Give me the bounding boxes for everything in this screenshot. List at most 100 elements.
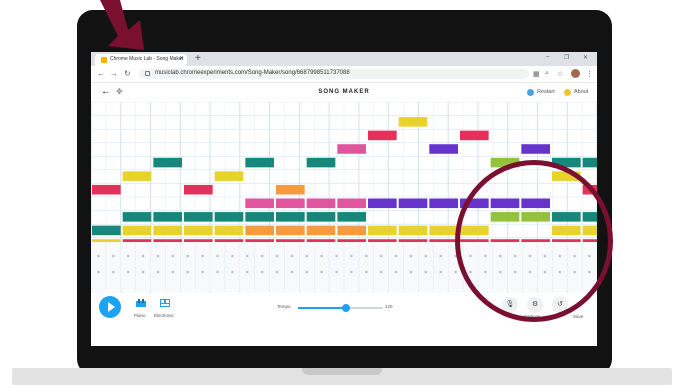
rhythm-cell[interactable] [439, 254, 443, 258]
rhythm-cell[interactable] [260, 270, 264, 274]
restore-icon[interactable]: ❐ [564, 54, 569, 61]
rhythm-cell[interactable] [275, 270, 279, 274]
rhythm-cell[interactable] [320, 254, 323, 258]
note-cell[interactable] [368, 225, 397, 236]
note-cell[interactable] [153, 157, 182, 168]
note-cell[interactable] [276, 225, 305, 236]
rhythm-cell[interactable] [394, 270, 398, 274]
rhythm-cell[interactable] [409, 270, 413, 274]
rhythm-cell[interactable] [112, 270, 115, 274]
note-cell[interactable] [276, 212, 305, 222]
note-cell[interactable] [429, 198, 458, 209]
rhythm-cell[interactable] [454, 270, 457, 274]
note-cell[interactable] [306, 198, 336, 209]
note-cell[interactable] [122, 171, 152, 181]
note-cell[interactable] [245, 225, 274, 236]
rhythm-cell[interactable] [141, 254, 145, 258]
rhythm-cell[interactable] [335, 270, 338, 274]
rhythm-cell[interactable] [290, 254, 294, 258]
note-cell[interactable] [398, 198, 428, 209]
reload-icon[interactable]: ↻ [124, 69, 131, 78]
bookmark-star-icon[interactable]: ☆ [557, 70, 563, 78]
note-cell[interactable] [306, 157, 336, 168]
note-cell[interactable] [337, 198, 366, 209]
rhythm-cell[interactable] [201, 270, 204, 274]
rhythm-cell[interactable] [216, 254, 219, 258]
rhythm-cell[interactable] [126, 270, 130, 274]
note-cell[interactable] [184, 184, 213, 195]
rhythm-cell[interactable] [305, 270, 309, 274]
zoom-icon[interactable]: ⌕ [545, 70, 549, 78]
address-bar[interactable]: musiclab.chromeexperiments.com/Song-Make… [139, 69, 529, 79]
back-icon[interactable]: ← [97, 69, 105, 78]
rhythm-cell[interactable] [424, 254, 428, 258]
note-cell[interactable] [245, 157, 274, 168]
rhythm-cell[interactable] [379, 270, 383, 274]
note-cell[interactable] [368, 198, 397, 209]
note-cell[interactable] [214, 225, 244, 236]
note-cell[interactable] [153, 225, 182, 236]
tempo-knob[interactable] [341, 304, 350, 312]
note-cell[interactable] [214, 171, 244, 181]
rhythm-cell[interactable] [365, 254, 368, 258]
rhythm-cell[interactable] [216, 270, 219, 274]
instrument-piano-label[interactable]: Piano [134, 313, 146, 318]
note-cell[interactable] [122, 212, 152, 222]
note-cell[interactable] [214, 212, 244, 222]
play-button[interactable] [99, 296, 121, 318]
note-cell[interactable] [398, 225, 428, 236]
tempo-slider[interactable] [298, 304, 383, 312]
note-cell[interactable] [429, 225, 458, 236]
note-cell[interactable] [398, 117, 428, 127]
rhythm-cell[interactable] [365, 270, 368, 274]
rhythm-cell[interactable] [112, 254, 115, 258]
electronic-drum-icon[interactable] [160, 299, 170, 307]
note-cell[interactable] [521, 144, 550, 154]
qr-icon[interactable]: ▦ [533, 70, 540, 78]
note-cell[interactable] [153, 212, 182, 222]
note-cell[interactable] [92, 184, 121, 195]
rhythm-cell[interactable] [350, 254, 353, 258]
note-cell[interactable] [276, 198, 305, 209]
note-cell[interactable] [337, 144, 366, 154]
rhythm-cell[interactable] [126, 254, 130, 258]
rhythm-cell[interactable] [156, 270, 160, 274]
restart-link[interactable]: Restart [537, 89, 555, 95]
rhythm-cell[interactable] [350, 270, 353, 274]
note-cell[interactable] [337, 225, 366, 236]
rhythm-cell[interactable] [335, 254, 338, 258]
rhythm-cell[interactable] [379, 254, 383, 258]
forward-icon[interactable]: → [110, 69, 118, 78]
rhythm-cell[interactable] [260, 254, 264, 258]
note-cell[interactable] [429, 144, 458, 154]
rhythm-cell[interactable] [201, 254, 204, 258]
note-cell[interactable] [92, 225, 121, 236]
rhythm-cell[interactable] [171, 270, 175, 274]
profile-avatar[interactable] [571, 69, 580, 78]
rhythm-cell[interactable] [394, 254, 398, 258]
note-cell[interactable] [245, 212, 274, 222]
save-label[interactable]: Save [573, 314, 583, 319]
minimize-icon[interactable]: – [546, 54, 549, 60]
rhythm-cell[interactable] [409, 254, 413, 258]
about-icon[interactable] [564, 89, 571, 96]
rhythm-cell[interactable] [320, 270, 323, 274]
rhythm-cell[interactable] [439, 270, 443, 274]
rhythm-cell[interactable] [141, 270, 145, 274]
rhythm-cell[interactable] [275, 254, 279, 258]
rhythm-cell[interactable] [424, 270, 428, 274]
note-cell[interactable] [184, 225, 213, 236]
rhythm-cell[interactable] [171, 254, 175, 258]
about-link[interactable]: About [574, 89, 588, 95]
new-tab-icon[interactable]: + [195, 53, 201, 64]
note-cell[interactable] [582, 157, 597, 168]
rhythm-cell[interactable] [186, 254, 190, 258]
note-cell[interactable] [460, 130, 489, 141]
note-cell[interactable] [337, 212, 366, 222]
instrument-electronic-label[interactable]: Electronic [154, 313, 174, 318]
piano-icon[interactable] [136, 299, 146, 307]
restart-icon[interactable] [527, 89, 534, 96]
rhythm-cell[interactable] [156, 254, 160, 258]
rhythm-cell[interactable] [97, 270, 100, 274]
rhythm-cell[interactable] [231, 254, 234, 258]
